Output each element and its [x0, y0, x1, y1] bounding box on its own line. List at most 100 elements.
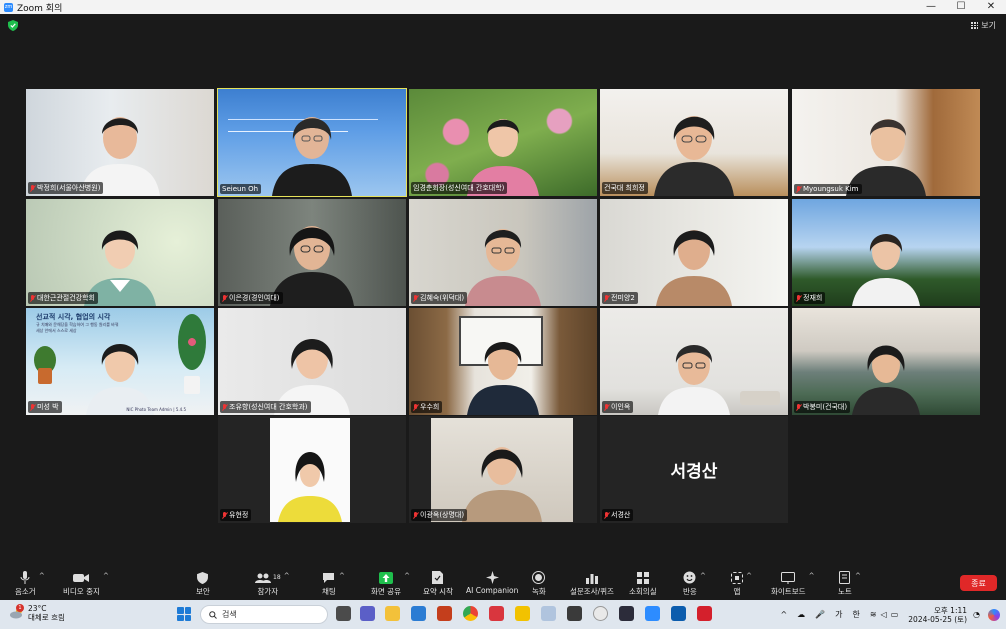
- participant-name: 임경춘회장(성신여대 간호대학): [411, 182, 508, 194]
- security-button[interactable]: 보안: [196, 569, 210, 597]
- video-tile[interactable]: 김혜숙(위덕대): [409, 199, 597, 306]
- chevron-up-icon[interactable]: ^: [855, 572, 861, 580]
- notes-app-icon[interactable]: [515, 606, 530, 621]
- chevron-up-icon[interactable]: ^: [39, 572, 45, 580]
- participant-name: 건국대 최희정: [602, 182, 648, 194]
- battery-icon[interactable]: ▭: [891, 610, 899, 619]
- minimize-button[interactable]: —: [916, 0, 946, 14]
- wifi-icon[interactable]: ≋: [870, 610, 877, 619]
- app-icon[interactable]: [567, 606, 582, 621]
- meeting-header: 보기: [0, 14, 1006, 36]
- word-icon[interactable]: [411, 606, 426, 621]
- powerpoint-icon[interactable]: [437, 606, 452, 621]
- video-tile[interactable]: 박봉미(건국대): [792, 308, 980, 415]
- chevron-up-icon[interactable]: ^: [700, 572, 706, 580]
- task-view-icon[interactable]: [336, 606, 351, 621]
- acrobat-icon[interactable]: [697, 606, 712, 621]
- video-tile[interactable]: Myoungsuk Kim: [792, 89, 980, 196]
- start-summary-button[interactable]: 요약 시작: [423, 569, 453, 597]
- whiteboard-icon: [781, 569, 796, 586]
- share-screen-button[interactable]: 화면 공유 ^: [371, 569, 410, 597]
- participant-name: 이은경(경인여대): [220, 292, 283, 304]
- bar-chart-icon: [585, 569, 598, 586]
- file-explorer-icon[interactable]: [385, 606, 400, 621]
- title-bar: zm Zoom 회의 — ☐ ✕: [0, 0, 1006, 14]
- video-tile-active-speaker[interactable]: Seieun Oh: [217, 88, 407, 197]
- chevron-up-icon[interactable]: ^: [284, 572, 290, 580]
- mic-tray-icon[interactable]: 🎤: [815, 610, 825, 619]
- ai-companion-button[interactable]: AI Companion: [466, 569, 518, 595]
- video-camera-icon: [73, 569, 90, 586]
- weather-widget[interactable]: 1 23°C 대체로 흐림: [10, 604, 65, 622]
- video-tile[interactable]: 조유향(성신여대 간호학과): [218, 308, 406, 415]
- view-button[interactable]: 보기: [971, 20, 996, 31]
- app-icon[interactable]: [619, 606, 634, 621]
- participant-name: 조유향(성신여대 간호학과): [220, 401, 311, 413]
- muted-mic-icon: [413, 403, 418, 411]
- windows-taskbar: 1 23°C 대체로 흐림 검색 ^ ☁ 🎤 가 한 ≋ ◁ ▭ 오후 1:11…: [0, 600, 1006, 629]
- video-tile[interactable]: 이인옥: [600, 308, 788, 415]
- video-tile[interactable]: 우수희: [409, 308, 597, 415]
- app-icon[interactable]: [489, 606, 504, 621]
- mute-button[interactable]: 음소거 ^: [15, 569, 45, 597]
- reactions-button[interactable]: 반응 ^: [683, 569, 706, 597]
- close-window-button[interactable]: ✕: [976, 0, 1006, 14]
- shield-check-icon[interactable]: [8, 20, 18, 31]
- muted-mic-icon: [413, 511, 418, 519]
- ime-hangul[interactable]: 가: [835, 609, 842, 620]
- end-meeting-button[interactable]: 종료: [960, 575, 997, 591]
- video-tile[interactable]: 박정희(서울아산병원): [26, 89, 214, 196]
- video-tile[interactable]: 유현정: [218, 416, 406, 523]
- share-arrow-icon: [378, 569, 393, 586]
- app-icon[interactable]: [541, 606, 556, 621]
- video-tile[interactable]: 정재희: [792, 199, 980, 306]
- muted-mic-icon: [413, 294, 418, 302]
- video-tile[interactable]: 건국대 최희정: [600, 89, 788, 196]
- video-tile[interactable]: 대한근관절건강학회: [26, 199, 214, 306]
- participant-name: 이인옥: [602, 401, 634, 413]
- video-tile[interactable]: 전미양2: [600, 199, 788, 306]
- zoom-taskbar-icon[interactable]: [645, 606, 660, 621]
- participant-name: 박정희(서울아산병원): [28, 182, 104, 194]
- participant-name: 서경산: [602, 509, 634, 521]
- ime-korean[interactable]: 한: [852, 609, 859, 620]
- notifications-icon[interactable]: ◔: [973, 610, 980, 619]
- stop-video-button[interactable]: 비디오 중지 ^: [63, 569, 109, 597]
- video-tile[interactable]: 임경춘회장(성신여대 간호대학): [409, 89, 597, 196]
- breakout-rooms-button[interactable]: 소회의실: [629, 569, 657, 597]
- polls-quiz-button[interactable]: 설문조사/퀴즈: [570, 569, 614, 597]
- participants-button[interactable]: 18 참가자 ^: [255, 569, 290, 597]
- video-tile-camera-off[interactable]: 서경산 서경산: [600, 416, 788, 523]
- maximize-button[interactable]: ☐: [946, 0, 976, 14]
- clock-app-icon[interactable]: [593, 606, 608, 621]
- clock[interactable]: 오후 1:11 2024-05-25 (토): [908, 606, 967, 624]
- chevron-up-icon[interactable]: ^: [809, 572, 815, 580]
- app-icon[interactable]: [671, 606, 686, 621]
- copilot-icon[interactable]: [988, 608, 1000, 621]
- taskbar-search-box[interactable]: 검색: [200, 605, 328, 624]
- record-button[interactable]: 녹화: [532, 569, 546, 597]
- windows-start-icon[interactable]: [177, 607, 191, 621]
- chat-button[interactable]: 채팅 ^: [322, 569, 345, 597]
- cloud-icon[interactable]: ☁: [797, 610, 805, 619]
- whiteboard-button[interactable]: 화이트보드 ^: [771, 569, 815, 597]
- search-placeholder: 검색: [222, 610, 237, 619]
- muted-mic-icon: [604, 294, 609, 302]
- chevron-up-icon[interactable]: ^: [404, 572, 410, 580]
- chrome-icon[interactable]: [463, 606, 478, 621]
- notes-button[interactable]: 노트 ^: [838, 569, 861, 597]
- window-controls: — ☐ ✕: [916, 0, 1006, 14]
- portrait-photo: [431, 418, 573, 522]
- video-tile[interactable]: 이광옥(상명대): [409, 416, 597, 523]
- video-tile[interactable]: 선교적 시각, 협업의 시각 규 치매와 문해당을 학습하여 그 행동 원리를 …: [26, 308, 214, 415]
- chevron-up-icon[interactable]: ^: [780, 610, 787, 619]
- muted-mic-icon: [222, 294, 227, 302]
- chevron-up-icon[interactable]: ^: [746, 572, 752, 580]
- apps-button[interactable]: 앱 ^: [731, 569, 752, 597]
- video-tile[interactable]: 이은경(경인여대): [218, 199, 406, 306]
- teams-icon[interactable]: [360, 606, 375, 621]
- shield-icon: [197, 569, 209, 586]
- chevron-up-icon[interactable]: ^: [103, 572, 109, 580]
- chevron-up-icon[interactable]: ^: [339, 572, 345, 580]
- volume-icon[interactable]: ◁: [881, 610, 887, 619]
